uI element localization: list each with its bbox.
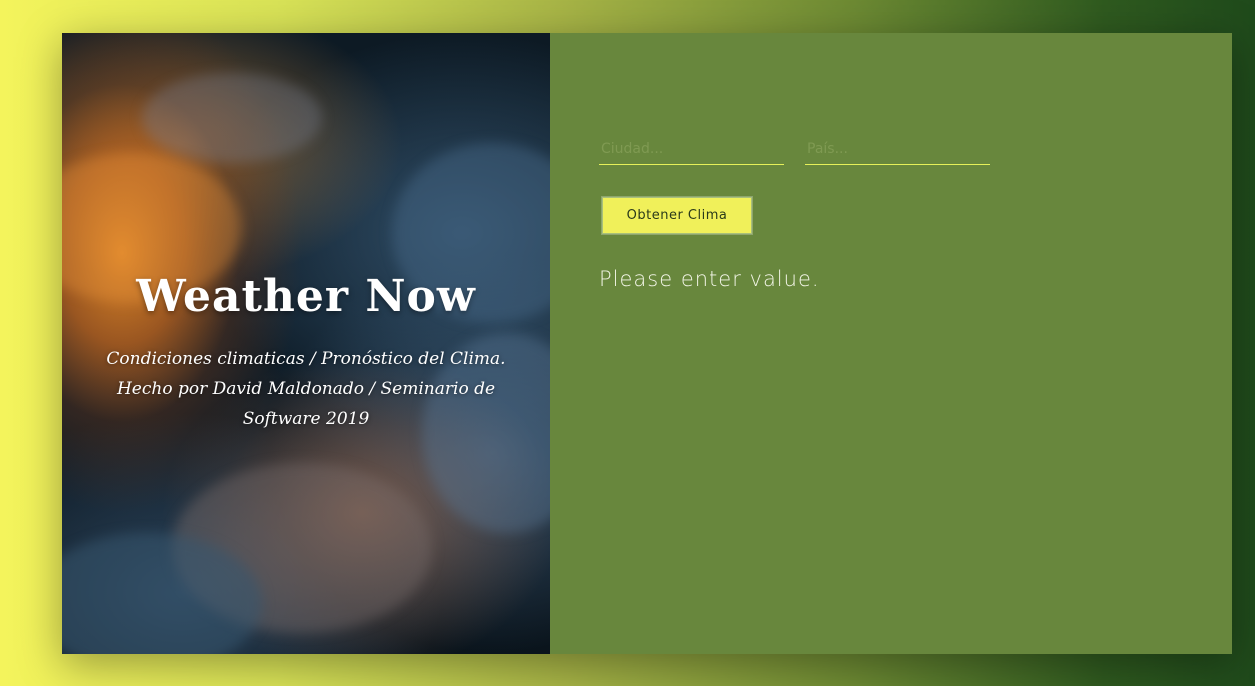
- city-input[interactable]: [599, 133, 784, 165]
- app-title: Weather Now: [136, 271, 476, 322]
- hero-text-block: Weather Now Condiciones climaticas / Pro…: [62, 271, 550, 434]
- form-panel: Obtener Clima Please enter value.: [550, 33, 1232, 654]
- result-message: Please enter value.: [599, 267, 820, 291]
- app-subtitle: Condiciones climaticas / Pronóstico del …: [106, 349, 506, 429]
- cloud-shape: [142, 73, 322, 163]
- country-input[interactable]: [805, 133, 990, 165]
- get-weather-button[interactable]: Obtener Clima: [602, 197, 752, 234]
- weather-card: Weather Now Condiciones climaticas / Pro…: [62, 33, 1232, 654]
- hero-image-panel: Weather Now Condiciones climaticas / Pro…: [62, 33, 550, 654]
